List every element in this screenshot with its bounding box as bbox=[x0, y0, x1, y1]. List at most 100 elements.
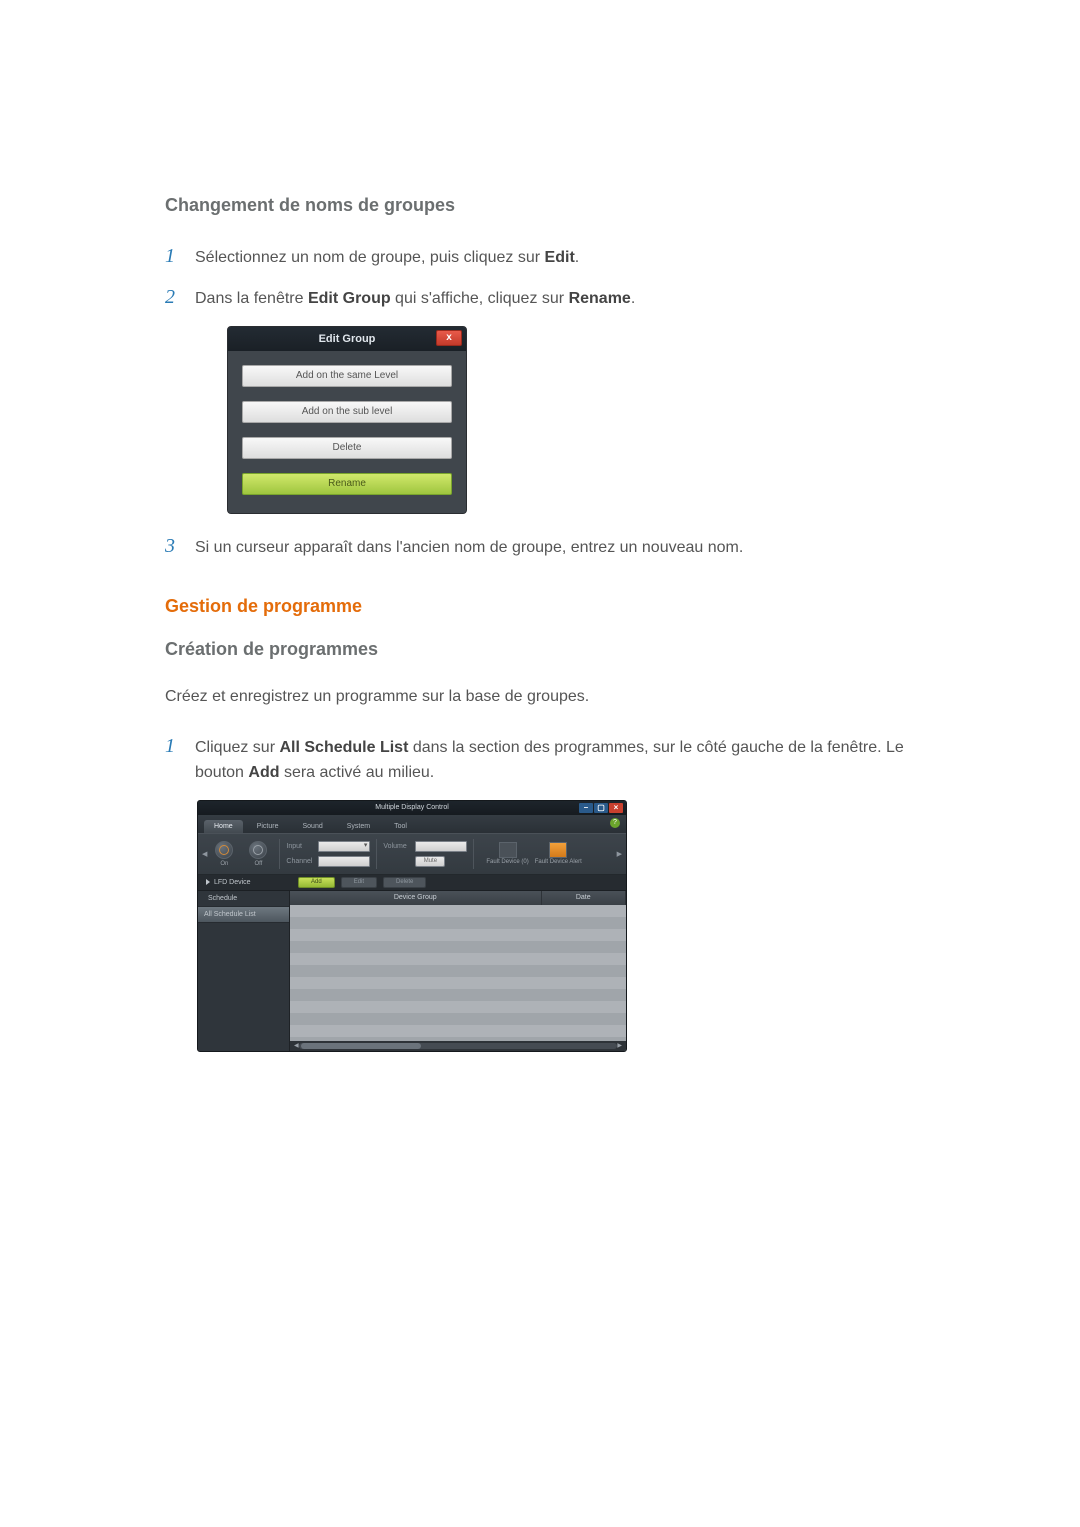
add-button[interactable]: Add bbox=[298, 877, 335, 888]
power-off-icon bbox=[249, 841, 267, 859]
label: Schedule bbox=[208, 895, 237, 902]
input-dropdown[interactable] bbox=[318, 841, 370, 852]
monitor-icon bbox=[499, 842, 517, 858]
edit-button: Edit bbox=[341, 877, 377, 888]
step-3: 3 Si un curseur apparaît dans l'ancien n… bbox=[165, 534, 920, 561]
step-number: 1 bbox=[165, 734, 195, 758]
window-controls: – ▢ × bbox=[579, 803, 623, 813]
sec2-step-1: 1 Cliquez sur All Schedule List dans la … bbox=[165, 734, 920, 786]
fault-device-icon[interactable]: Fault Device (0) bbox=[486, 842, 528, 865]
text: qui s'affiche, cliquez sur bbox=[391, 290, 569, 307]
step-number: 2 bbox=[165, 285, 195, 309]
scroll-right-icon[interactable]: ▶ bbox=[617, 1042, 622, 1049]
warning-icon bbox=[549, 842, 567, 858]
scroll-left-icon[interactable]: ◀ bbox=[202, 850, 207, 858]
delete-button: Delete bbox=[383, 877, 426, 888]
text: Cliquez sur bbox=[195, 739, 279, 756]
close-icon[interactable]: × bbox=[609, 803, 623, 813]
bold-add: Add bbox=[248, 764, 279, 781]
heading-rename-groups: Changement de noms de groupes bbox=[165, 195, 920, 216]
lfd-device-row: LFD Device Add Edit Delete bbox=[198, 875, 626, 891]
main-area: Schedule All Schedule List Device Group … bbox=[198, 891, 626, 1051]
power-on-button[interactable]: On bbox=[211, 841, 237, 867]
tab-sound[interactable]: Sound bbox=[292, 820, 332, 833]
menu-tabs: Home Picture Sound System Tool ? bbox=[198, 815, 626, 833]
step-text: Dans la fenêtre Edit Group qui s'affiche… bbox=[195, 285, 635, 312]
label: On bbox=[220, 861, 228, 867]
minimize-icon[interactable]: – bbox=[579, 803, 593, 813]
fault-alert-icon[interactable]: Fault Device Alert bbox=[535, 842, 582, 865]
separator bbox=[473, 839, 474, 869]
input-channel-group: Input Channel bbox=[286, 841, 370, 867]
add-same-level-button[interactable]: Add on the same Level bbox=[242, 365, 452, 387]
tab-home[interactable]: Home bbox=[204, 820, 243, 833]
col-device-group: Device Group bbox=[290, 891, 542, 905]
label: Off bbox=[254, 861, 262, 867]
sidebar: Schedule All Schedule List bbox=[198, 891, 290, 1051]
scroll-right-icon[interactable]: ▶ bbox=[617, 850, 622, 858]
scrollbar-track[interactable] bbox=[299, 1043, 618, 1049]
rename-button[interactable]: Rename bbox=[242, 473, 452, 495]
mdc-window: Multiple Display Control – ▢ × Home Pict… bbox=[197, 800, 627, 1052]
tab-picture[interactable]: Picture bbox=[247, 820, 289, 833]
bold-all-schedule-list: All Schedule List bbox=[279, 739, 408, 756]
add-sub-level-button[interactable]: Add on the sub level bbox=[242, 401, 452, 423]
volume-spinner[interactable] bbox=[415, 841, 467, 852]
window-title: Multiple Display Control bbox=[375, 804, 449, 811]
edit-group-dialog: Edit Group x Add on the same Level Add o… bbox=[227, 326, 467, 514]
tab-tool[interactable]: Tool bbox=[384, 820, 417, 833]
step-number: 1 bbox=[165, 244, 195, 268]
step-text: Cliquez sur All Schedule List dans la se… bbox=[195, 734, 920, 786]
dialog-titlebar: Edit Group x bbox=[228, 327, 466, 351]
table-header: Device Group Date bbox=[290, 891, 626, 905]
step-text: Sélectionnez un nom de groupe, puis cliq… bbox=[195, 244, 579, 271]
text: . bbox=[631, 290, 635, 307]
bold-edit: Edit bbox=[545, 249, 575, 266]
channel-spinner[interactable] bbox=[318, 856, 370, 867]
horizontal-scrollbar[interactable]: ◀ ▶ bbox=[290, 1041, 626, 1051]
window-titlebar: Multiple Display Control – ▢ × bbox=[198, 801, 626, 815]
maximize-icon[interactable]: ▢ bbox=[594, 803, 608, 813]
lfd-device-label[interactable]: LFD Device bbox=[214, 879, 298, 886]
volume-label: Volume bbox=[383, 843, 411, 850]
tab-system[interactable]: System bbox=[337, 820, 380, 833]
channel-label: Channel bbox=[286, 858, 314, 865]
bold-edit-group: Edit Group bbox=[308, 290, 391, 307]
text: . bbox=[575, 249, 579, 266]
scrollbar-thumb[interactable] bbox=[301, 1043, 421, 1049]
mute-button[interactable]: Mute bbox=[415, 856, 445, 867]
step-1: 1 Sélectionnez un nom de groupe, puis cl… bbox=[165, 244, 920, 271]
bold-rename: Rename bbox=[569, 290, 631, 307]
step-2: 2 Dans la fenêtre Edit Group qui s'affic… bbox=[165, 285, 920, 312]
volume-group: Volume Mute bbox=[383, 841, 467, 867]
label: Fault Device (0) bbox=[486, 859, 528, 865]
content-area: Device Group Date ◀ ▶ bbox=[290, 891, 626, 1051]
sidebar-item-schedule[interactable]: Schedule bbox=[198, 891, 289, 907]
help-icon[interactable]: ? bbox=[610, 818, 620, 828]
heading-schedule-management: Gestion de programme bbox=[165, 596, 920, 617]
text: Dans la fenêtre bbox=[195, 290, 308, 307]
input-label: Input bbox=[286, 843, 314, 850]
text: Sélectionnez un nom de groupe, puis cliq… bbox=[195, 249, 545, 266]
delete-button[interactable]: Delete bbox=[242, 437, 452, 459]
label: Fault Device Alert bbox=[535, 859, 582, 865]
col-date: Date bbox=[542, 891, 627, 905]
step-text: Si un curseur apparaît dans l'ancien nom… bbox=[195, 534, 743, 561]
heading-create-schedules: Création de programmes bbox=[165, 639, 920, 660]
label: All Schedule List bbox=[204, 911, 256, 918]
close-icon[interactable]: x bbox=[436, 330, 462, 346]
step-number: 3 bbox=[165, 534, 195, 558]
body-text: Créez et enregistrez un programme sur la… bbox=[165, 688, 920, 706]
separator bbox=[376, 839, 377, 869]
power-off-button[interactable]: Off bbox=[245, 841, 271, 867]
sidebar-item-all-schedule[interactable]: All Schedule List bbox=[198, 907, 289, 923]
dialog-body: Add on the same Level Add on the sub lev… bbox=[228, 351, 466, 513]
separator bbox=[279, 839, 280, 869]
dialog-title: Edit Group bbox=[319, 333, 376, 345]
ribbon: ◀ On Off Input Channel bbox=[198, 833, 626, 875]
scroll-left-icon[interactable]: ◀ bbox=[294, 1042, 299, 1049]
power-on-icon bbox=[215, 841, 233, 859]
chevron-right-icon[interactable] bbox=[206, 879, 210, 885]
table-rows-empty bbox=[290, 905, 626, 1041]
fault-icons: Fault Device (0) Fault Device Alert bbox=[486, 842, 581, 865]
